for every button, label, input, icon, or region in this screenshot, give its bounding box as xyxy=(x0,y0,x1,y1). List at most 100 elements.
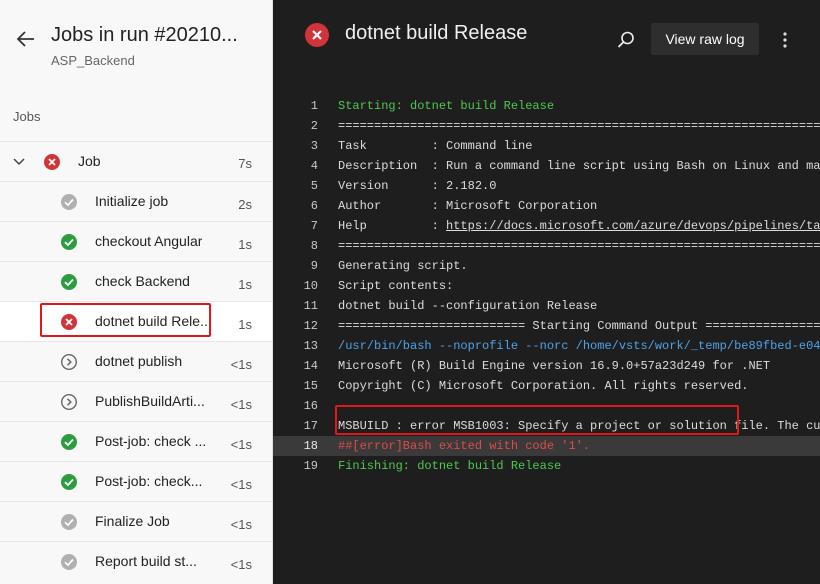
line-number[interactable]: 11 xyxy=(273,296,318,316)
line-number[interactable]: 1 xyxy=(273,96,318,116)
log-text: Task : Command line xyxy=(338,139,533,153)
line-number[interactable]: 4 xyxy=(273,156,318,176)
log-text: ##[error]Bash exited with code '1'. xyxy=(338,439,591,453)
help-link[interactable]: https://docs.microsoft.com/azure/devops/… xyxy=(446,219,820,233)
line-number[interactable]: 7 xyxy=(273,216,318,236)
log-line: 9 Generating script. xyxy=(273,256,820,276)
step-row[interactable]: Finalize Job <1s xyxy=(0,501,272,541)
pipeline-name: ASP_Backend xyxy=(51,53,135,68)
step-duration: 1s xyxy=(238,237,252,252)
step-label: Finalize Job xyxy=(95,513,170,529)
log-line: 5 Version : 2.182.0 xyxy=(273,176,820,196)
log-text: ========================== Starting Comm… xyxy=(338,319,820,333)
line-number[interactable]: 2 xyxy=(273,116,318,136)
step-label: Post-job: check... xyxy=(95,473,203,489)
failed-status-icon xyxy=(305,23,329,47)
log-text: Generating script. xyxy=(338,259,468,273)
step-row[interactable]: PublishBuildArti... <1s xyxy=(0,381,272,421)
step-duration: <1s xyxy=(230,437,252,452)
log-line: 14 Microsoft (R) Build Engine version 16.… xyxy=(273,356,820,376)
step-label: Post-job: check ... xyxy=(95,433,207,449)
step-row[interactable]: dotnet publish <1s xyxy=(0,341,272,381)
view-raw-log-button[interactable]: View raw log xyxy=(651,23,759,55)
page-title: Jobs in run #20210... xyxy=(51,24,238,46)
log-text: dotnet build --configuration Release xyxy=(338,299,598,313)
line-number[interactable]: 9 xyxy=(273,256,318,276)
log-text: Microsoft (R) Build Engine version 16.9.… xyxy=(338,359,771,373)
step-row[interactable]: checkout Angular 1s xyxy=(0,221,272,261)
log-text: Finishing: dotnet build Release xyxy=(338,459,562,473)
log-text: ========================================… xyxy=(338,119,820,133)
line-number[interactable]: 6 xyxy=(273,196,318,216)
skipped-status-icon xyxy=(60,513,78,531)
log-line: 15 Copyright (C) Microsoft Corporation. A… xyxy=(273,376,820,396)
log-line: 8 =======================================… xyxy=(273,236,820,256)
line-number[interactable]: 14 xyxy=(273,356,318,376)
pending-status-icon xyxy=(60,393,78,411)
log-text: /usr/bin/bash --noprofile --norc /home/v… xyxy=(338,339,820,353)
more-options-icon[interactable] xyxy=(778,30,792,50)
step-label: check Backend xyxy=(95,273,190,289)
highlight-box-error-line xyxy=(335,405,739,435)
log-line: 10 Script contents: xyxy=(273,276,820,296)
jobs-sidebar: Jobs in run #20210... ASP_Backend Jobs J… xyxy=(0,0,273,584)
line-number[interactable]: 18 xyxy=(273,436,318,456)
step-duration: <1s xyxy=(230,477,252,492)
log-line: 11 dotnet build --configuration Release xyxy=(273,296,820,316)
log-line: 19 Finishing: dotnet build Release xyxy=(273,456,820,476)
step-title: dotnet build Release xyxy=(345,22,528,44)
step-label: PublishBuildArti... xyxy=(95,393,205,409)
log-text: Description : Run a command line script … xyxy=(338,159,820,173)
line-number[interactable]: 8 xyxy=(273,236,318,256)
job-label: Job xyxy=(78,153,101,169)
line-number[interactable]: 16 xyxy=(273,396,318,416)
log-text: Copyright (C) Microsoft Corporation. All… xyxy=(338,379,749,393)
job-row[interactable]: Job 7s xyxy=(0,141,272,181)
log-text: Version : 2.182.0 xyxy=(338,179,497,193)
jobs-section-heading: Jobs xyxy=(13,109,41,124)
line-number[interactable]: 3 xyxy=(273,136,318,156)
line-number[interactable]: 10 xyxy=(273,276,318,296)
log-line: 1 Starting: dotnet build Release xyxy=(273,96,820,116)
back-arrow-icon[interactable] xyxy=(14,27,38,51)
skipped-status-icon xyxy=(60,553,78,571)
log-text: Help : https://docs.microsoft.com/azure/… xyxy=(338,216,820,236)
step-row[interactable]: check Backend 1s xyxy=(0,261,272,301)
log-line: 18 ##[error]Bash exited with code '1'. xyxy=(273,436,820,456)
search-icon[interactable] xyxy=(616,30,636,50)
step-duration: 2s xyxy=(238,197,252,212)
step-label: Initialize job xyxy=(95,193,169,209)
success-status-icon xyxy=(60,273,78,291)
step-row[interactable]: Initialize job 2s xyxy=(0,181,272,221)
step-duration: <1s xyxy=(230,517,252,532)
skipped-status-icon xyxy=(60,193,78,211)
log-text: Script contents: xyxy=(338,279,454,293)
log-line: 12 ========================== Starting Co… xyxy=(273,316,820,336)
chevron-down-icon[interactable] xyxy=(12,155,26,169)
log-panel: dotnet build Release View raw log 1 Start… xyxy=(273,0,820,584)
failed-status-icon xyxy=(43,153,61,171)
step-row[interactable]: Post-job: check ... <1s xyxy=(0,421,272,461)
log-line: 13/usr/bin/bash --noprofile --norc /home… xyxy=(273,336,820,356)
log-line: 7 Help : https://docs.microsoft.com/azure… xyxy=(273,216,820,236)
line-number[interactable]: 13 xyxy=(273,336,318,356)
line-number[interactable]: 17 xyxy=(273,416,318,436)
job-duration: 7s xyxy=(238,156,252,171)
step-duration: 1s xyxy=(238,277,252,292)
line-number[interactable]: 19 xyxy=(273,456,318,476)
line-number[interactable]: 5 xyxy=(273,176,318,196)
step-duration: <1s xyxy=(230,397,252,412)
log-line: 3 Task : Command line xyxy=(273,136,820,156)
jobs-list: Job 7s Initialize job 2s checkout Angular 1… xyxy=(0,141,272,581)
line-number[interactable]: 15 xyxy=(273,376,318,396)
step-duration: <1s xyxy=(230,357,252,372)
step-label: dotnet publish xyxy=(95,353,183,369)
highlight-box-failed-step xyxy=(40,303,211,337)
step-row[interactable]: Report build st... <1s xyxy=(0,541,272,581)
step-row[interactable]: Post-job: check... <1s xyxy=(0,461,272,501)
pending-status-icon xyxy=(60,353,78,371)
step-duration: <1s xyxy=(230,557,252,572)
line-number[interactable]: 12 xyxy=(273,316,318,336)
log-line: 6 Author : Microsoft Corporation xyxy=(273,196,820,216)
log-text: ========================================… xyxy=(338,239,820,253)
